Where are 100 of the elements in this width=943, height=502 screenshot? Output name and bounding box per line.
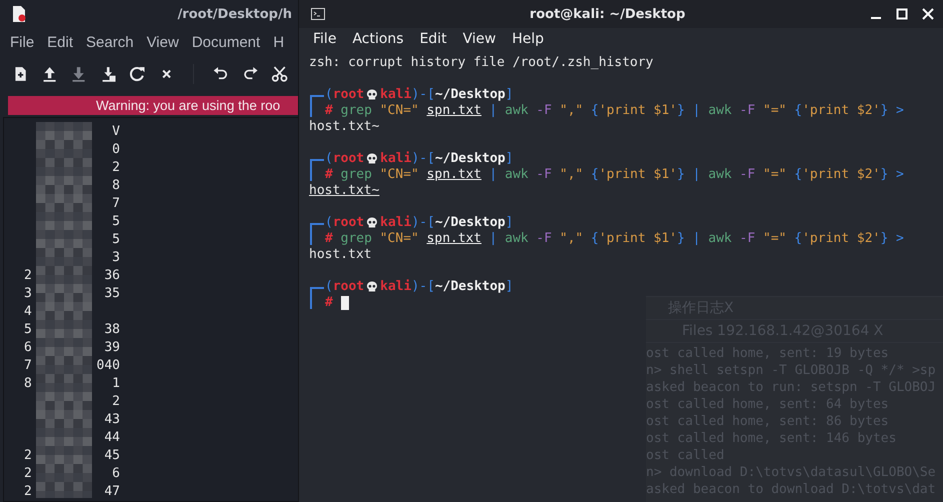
prompt-text: ] <box>505 151 514 167</box>
line-text: 44 <box>104 430 120 444</box>
line-text: V <box>112 124 120 138</box>
line-text: 040 <box>96 358 120 372</box>
command-token: } <box>677 231 685 247</box>
line-text: 2 <box>112 394 120 408</box>
line-text: 7 <box>112 196 120 210</box>
command-token: 'print $1' <box>598 167 678 183</box>
prompt-path: ~/Desktop <box>434 215 506 231</box>
text-editor-icon <box>12 6 26 22</box>
prompt-text: ( <box>325 151 333 167</box>
menu-item[interactable]: H <box>273 34 284 50</box>
line-text: 5 <box>112 232 120 246</box>
command-token: "CN=" <box>378 167 419 183</box>
prompt-bracket-line <box>310 159 324 181</box>
command-token: { <box>590 231 599 247</box>
line-text: 2 <box>24 448 32 462</box>
command-token: > <box>895 167 904 183</box>
prompt-bracket-line <box>310 223 324 245</box>
command-token: -F <box>535 167 552 183</box>
command-token: grep <box>340 167 372 183</box>
prompt-path: ~/Desktop <box>434 87 506 103</box>
prompt-text: )-[ <box>411 87 435 103</box>
line-text: 47 <box>104 484 120 498</box>
line-text: 35 <box>104 286 120 300</box>
line-text: 6 <box>24 340 32 354</box>
prompt-path: ~/Desktop <box>434 279 506 295</box>
command-token: grep <box>340 231 372 247</box>
menu-item[interactable]: File <box>313 31 336 47</box>
scissors-icon[interactable] <box>270 65 288 83</box>
command-token: "CN=" <box>378 103 419 119</box>
line-text: 2 <box>24 484 32 498</box>
prompt-bracket-line <box>310 287 324 309</box>
command-token: > <box>895 103 904 119</box>
close-icon[interactable] <box>922 8 934 20</box>
command-token: 'print $1' <box>598 103 678 119</box>
prompt-user: root <box>332 215 364 231</box>
menu-item[interactable]: File <box>10 34 34 50</box>
command-token: | <box>488 103 498 119</box>
prompt-bracket-line <box>310 95 324 117</box>
prompt-host: kali <box>380 215 412 231</box>
line-text: 2 <box>24 466 32 480</box>
output-text: host.txt <box>309 247 372 262</box>
command-token: awk <box>707 167 732 183</box>
reload-icon[interactable] <box>128 65 146 83</box>
command-token: "CN=" <box>378 231 419 247</box>
line-text: 6 <box>112 466 120 480</box>
skull-icon <box>366 281 378 293</box>
command-token: { <box>590 103 599 119</box>
prompt-symbol: # <box>325 103 333 119</box>
command-token: 'print $2' <box>802 167 880 183</box>
warning-bar: Warning: you are using the roo <box>8 96 300 115</box>
prompt-text: ( <box>325 279 333 295</box>
line-text: 8 <box>112 178 120 192</box>
output-text: host.txt~ <box>309 119 380 134</box>
menu-item[interactable]: View <box>146 34 179 50</box>
line-text: 5 <box>112 214 120 228</box>
command-token: } <box>677 103 685 119</box>
line-text: 45 <box>104 448 120 462</box>
prompt-symbol: # <box>325 167 333 183</box>
command-token: "=" <box>762 103 786 119</box>
command-token: awk <box>504 103 528 119</box>
command-token: 'print $1' <box>598 231 678 247</box>
command-token: } <box>880 167 888 183</box>
skull-icon <box>366 89 378 101</box>
command-token: { <box>793 103 802 119</box>
command-token: -F <box>535 103 552 119</box>
command-token: "," <box>558 167 584 183</box>
menu-item[interactable]: View <box>462 31 496 47</box>
line-text: 39 <box>104 340 120 354</box>
prompt-text: ] <box>505 215 514 231</box>
skull-icon <box>366 153 378 165</box>
command-token: -F <box>738 167 756 183</box>
line-text: 5 <box>24 322 32 336</box>
maximize-icon[interactable] <box>896 8 908 20</box>
prompt-symbol: # <box>325 295 333 311</box>
menu-item[interactable]: Actions <box>352 31 404 47</box>
skull-icon <box>366 217 378 229</box>
upload-arrow-icon[interactable] <box>41 65 58 83</box>
command-token: awk <box>707 231 732 247</box>
command-token: | <box>488 231 498 247</box>
command-token: awk <box>504 167 528 183</box>
command-token: spn.txt <box>426 167 482 183</box>
line-text: 3 <box>112 250 120 264</box>
menu-item[interactable]: Edit <box>47 34 74 50</box>
menu-item[interactable]: Document <box>192 34 260 50</box>
command-token: "," <box>558 103 584 119</box>
prompt-symbol: # <box>325 231 333 247</box>
line-text: 0 <box>112 142 120 156</box>
line-text: 38 <box>104 322 120 336</box>
line-text: 2 <box>112 160 120 174</box>
menu-item[interactable]: Search <box>86 34 134 50</box>
save-as-icon[interactable] <box>100 65 117 83</box>
menu-item[interactable]: Help <box>512 31 544 47</box>
line-text: 43 <box>104 412 120 426</box>
line-text: 36 <box>104 268 120 282</box>
command-token: "=" <box>762 231 786 247</box>
prompt-text: )-[ <box>411 151 435 167</box>
menu-item[interactable]: Edit <box>420 31 447 47</box>
command-token: -F <box>535 231 552 247</box>
